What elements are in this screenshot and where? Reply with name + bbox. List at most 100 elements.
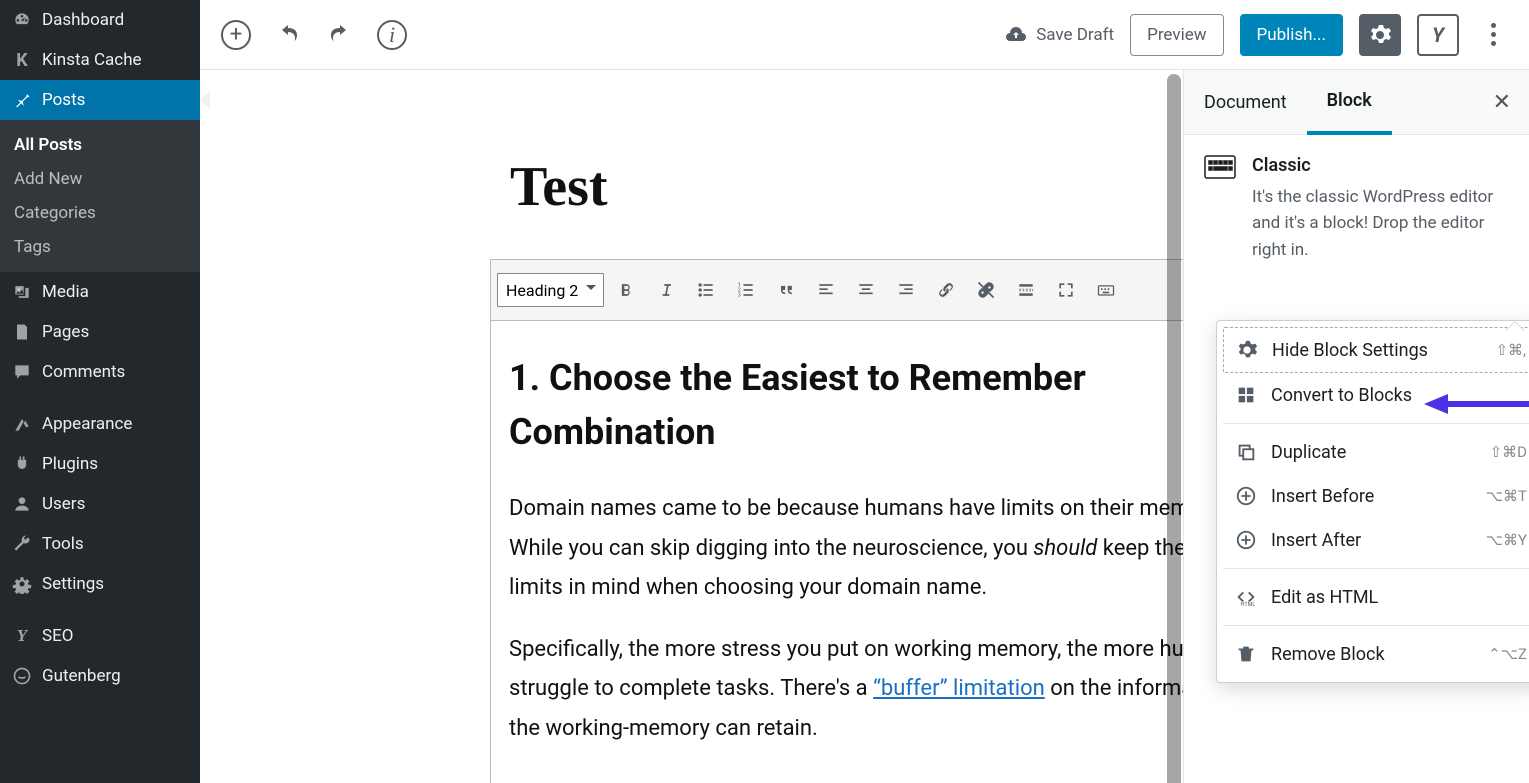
unlink-icon (976, 280, 996, 300)
sidebar-item-media[interactable]: Media (0, 272, 200, 312)
sidebar-item-gutenberg[interactable]: Gutenberg (0, 656, 200, 696)
yoast-panel-toggle[interactable]: Y (1417, 14, 1459, 56)
settings-panel-toggle[interactable] (1359, 14, 1401, 56)
more-options-button[interactable] (1475, 17, 1511, 53)
classic-block-icon (1204, 155, 1236, 263)
content-paragraph[interactable]: Domain names came to be because humans h… (509, 489, 1183, 608)
italic-icon (656, 280, 676, 300)
sidebar-item-posts[interactable]: Posts (0, 80, 200, 120)
sidebar-item-dashboard[interactable]: Dashboard (0, 0, 200, 40)
menu-remove-block[interactable]: Remove Block ⌃⌥Z (1223, 632, 1529, 676)
sidebar-item-appearance[interactable]: Appearance (0, 404, 200, 444)
link-icon (936, 280, 956, 300)
link-button[interactable] (928, 272, 964, 308)
sidebar-item-tools[interactable]: Tools (0, 524, 200, 564)
sidebar-sub-item[interactable]: Add New (0, 162, 200, 196)
tab-block[interactable]: Block (1307, 70, 1392, 135)
sidebar-label: Settings (42, 574, 104, 594)
preview-button[interactable]: Preview (1130, 14, 1223, 56)
fullscreen-button[interactable] (1048, 272, 1084, 308)
panel-tabs: Document Block ✕ (1184, 70, 1529, 135)
sidebar-label: Plugins (42, 454, 98, 474)
menu-hide-settings[interactable]: Hide Block Settings ⇧⌘, (1223, 327, 1529, 373)
redo-button[interactable] (322, 17, 358, 53)
bold-button[interactable] (608, 272, 644, 308)
info-icon: i (377, 20, 407, 50)
menu-label: Remove Block (1271, 644, 1385, 665)
menu-shortcut: ⌃⌥Z (1488, 645, 1527, 663)
keyboard-icon (1096, 280, 1116, 300)
sidebar-label: Comments (42, 362, 125, 382)
undo-button[interactable] (270, 17, 306, 53)
keyboard-button[interactable] (1088, 272, 1124, 308)
menu-label: Insert After (1271, 530, 1361, 551)
content-link[interactable]: “buffer” limitation (873, 676, 1045, 701)
sidebar-item-comments[interactable]: Comments (0, 352, 200, 392)
menu-label: Insert Before (1271, 486, 1374, 507)
insert-after-icon (1235, 529, 1257, 551)
panel-close-button[interactable]: ✕ (1475, 90, 1529, 115)
undo-icon (276, 23, 300, 47)
ol-button[interactable]: 123 (728, 272, 764, 308)
gear-icon (1368, 23, 1392, 47)
bold-icon (616, 280, 636, 300)
menu-label: Edit as HTML (1271, 587, 1378, 608)
publish-button[interactable]: Publish... (1240, 14, 1344, 56)
block-title: Classic (1252, 155, 1509, 176)
menu-insert-before[interactable]: Insert Before ⌥⌘T (1223, 474, 1529, 518)
add-block-button[interactable]: + (218, 17, 254, 53)
unlink-button[interactable] (968, 272, 1004, 308)
ul-button[interactable] (688, 272, 724, 308)
sidebar-sub-item[interactable]: All Posts (0, 128, 200, 162)
list-ul-icon (696, 280, 716, 300)
sidebar-label: Media (42, 282, 89, 302)
content-heading[interactable]: 1. Choose the Easiest to Remember Combin… (509, 351, 1183, 459)
quote-button[interactable] (768, 272, 804, 308)
menu-insert-after[interactable]: Insert After ⌥⌘Y (1223, 518, 1529, 562)
pages-icon (12, 322, 32, 342)
insert-before-icon (1235, 485, 1257, 507)
insert-more-button[interactable] (1008, 272, 1044, 308)
info-button[interactable]: i (374, 17, 410, 53)
sidebar-label: Tools (42, 534, 84, 554)
align-right-button[interactable] (888, 272, 924, 308)
block-description: It's the classic WordPress editor and it… (1252, 184, 1509, 263)
redo-icon (328, 23, 352, 47)
classic-content[interactable]: 1. Choose the Easiest to Remember Combin… (490, 321, 1183, 783)
comments-icon (12, 362, 32, 382)
plus-icon: + (221, 20, 251, 50)
admin-sidebar: Dashboard K Kinsta Cache Posts All Posts… (0, 0, 200, 783)
sidebar-sub-item[interactable]: Categories (0, 196, 200, 230)
menu-edit-html[interactable]: HTML Edit as HTML (1223, 575, 1529, 619)
sidebar-item-settings[interactable]: Settings (0, 564, 200, 604)
list-ol-icon: 123 (736, 280, 756, 300)
align-left-icon (816, 280, 836, 300)
sidebar-item-seo[interactable]: Y SEO (0, 616, 200, 656)
menu-shortcut: ⇧⌘D (1490, 443, 1527, 461)
sidebar-item-pages[interactable]: Pages (0, 312, 200, 352)
align-center-icon (856, 280, 876, 300)
save-draft-button[interactable]: Save Draft (1004, 23, 1114, 47)
plugins-icon (12, 454, 32, 474)
menu-duplicate[interactable]: Duplicate ⇧⌘D (1223, 430, 1529, 474)
html-icon: HTML (1235, 586, 1257, 608)
sidebar-item-users[interactable]: Users (0, 484, 200, 524)
dashboard-icon (12, 10, 32, 30)
menu-shortcut: ⇧⌘, (1495, 341, 1526, 359)
align-left-button[interactable] (808, 272, 844, 308)
sidebar-sub-item[interactable]: Tags (0, 230, 200, 264)
format-select[interactable]: Heading 2 (497, 273, 604, 307)
sidebar-item-plugins[interactable]: Plugins (0, 444, 200, 484)
post-title-input[interactable]: Test (510, 155, 1183, 219)
sidebar-submenu-posts: All Posts Add New Categories Tags (0, 120, 200, 272)
italic-button[interactable] (648, 272, 684, 308)
sidebar-item-kinsta[interactable]: K Kinsta Cache (0, 40, 200, 80)
tab-document[interactable]: Document (1184, 72, 1307, 133)
content-paragraph[interactable]: Specifically, the more stress you put on… (509, 630, 1183, 749)
scrollbar[interactable] (1167, 74, 1181, 783)
format-select-wrap[interactable]: Heading 2 (497, 273, 604, 307)
tools-icon (12, 534, 32, 554)
classic-block[interactable]: Heading 2 123 (490, 259, 1183, 783)
align-center-button[interactable] (848, 272, 884, 308)
editor-canvas[interactable]: Test Heading 2 123 (200, 70, 1183, 783)
